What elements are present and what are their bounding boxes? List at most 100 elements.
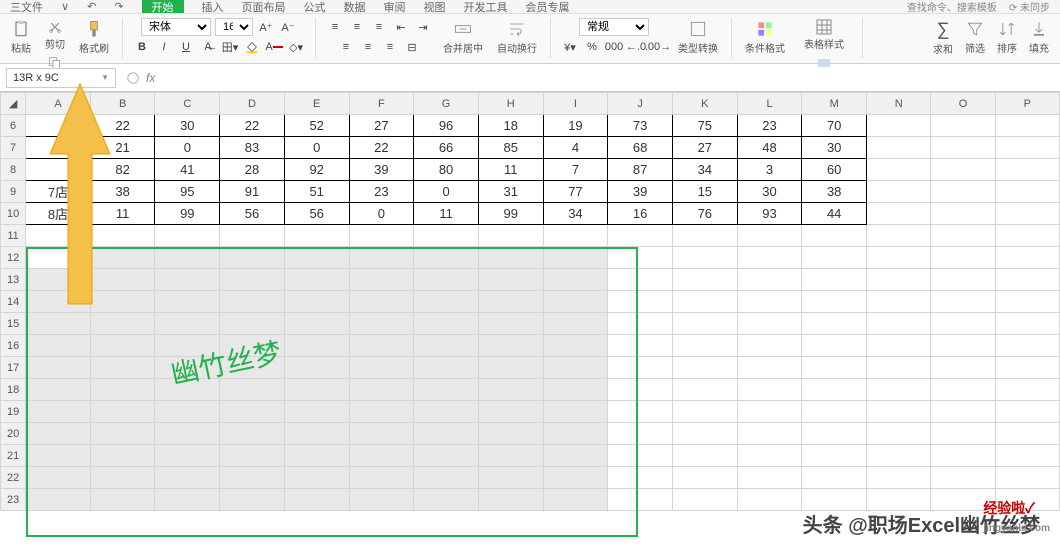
col-header[interactable]: E [284,93,349,115]
table-style-button[interactable]: 表格样式 [801,18,847,52]
cell[interactable] [414,291,479,313]
cell[interactable] [931,225,995,247]
cell[interactable] [155,467,220,489]
cell[interactable]: 38 [90,181,155,203]
cell[interactable] [867,379,931,401]
comma-icon[interactable]: 000 [605,38,623,56]
cell[interactable] [737,467,802,489]
cell[interactable] [349,313,414,335]
col-header[interactable]: L [737,93,802,115]
cell[interactable]: 30 [737,181,802,203]
cell[interactable] [802,445,867,467]
cell[interactable] [867,335,931,357]
cell[interactable] [543,291,608,313]
cell[interactable] [543,489,608,511]
cell[interactable] [931,445,995,467]
bold-button[interactable]: B [133,38,151,56]
cell[interactable]: 15 [672,181,737,203]
cell[interactable] [26,357,91,379]
name-box[interactable]: 13R x 9C▼ [6,68,116,88]
cell[interactable] [995,181,1059,203]
tab-home[interactable]: 开始 [142,0,184,14]
row-header[interactable]: 14 [1,291,26,313]
cell[interactable]: 27 [349,115,414,137]
cell[interactable] [349,357,414,379]
cell[interactable] [995,467,1059,489]
cell[interactable] [802,269,867,291]
row-header[interactable]: 20 [1,423,26,445]
cell[interactable] [220,247,285,269]
cell[interactable] [90,357,155,379]
cell[interactable] [349,379,414,401]
row-header[interactable]: 6 [1,115,26,137]
cell[interactable]: 0 [155,137,220,159]
cell[interactable] [155,401,220,423]
cut-button[interactable]: 剪切 [42,18,68,52]
cell[interactable] [26,379,91,401]
format-painter-button[interactable]: 格式刷 [76,18,112,56]
cell[interactable]: 8店 [26,203,91,225]
cell[interactable] [802,379,867,401]
formula-input[interactable] [165,71,1054,85]
cell[interactable]: 96 [414,115,479,137]
cell[interactable] [414,445,479,467]
select-all-corner[interactable]: ◢ [1,93,26,115]
cell[interactable] [608,313,673,335]
tab-page-layout[interactable]: 页面布局 [242,0,286,14]
wrap-text-button[interactable]: 自动换行 [494,18,540,56]
cell[interactable]: 0 [349,203,414,225]
cell[interactable] [349,423,414,445]
cell[interactable] [995,489,1059,511]
cell[interactable]: 16 [608,203,673,225]
cell[interactable] [90,379,155,401]
cell[interactable] [608,445,673,467]
currency-icon[interactable]: ¥▾ [561,38,579,56]
type-convert-button[interactable]: 类型转换 [675,18,721,56]
cell[interactable] [155,423,220,445]
cell[interactable] [931,269,995,291]
tab-review[interactable]: 审阅 [384,0,406,14]
row-header[interactable]: 15 [1,313,26,335]
cell[interactable] [414,225,479,247]
cell[interactable] [672,401,737,423]
cell[interactable] [802,401,867,423]
cell[interactable] [284,489,349,511]
cell[interactable] [349,489,414,511]
cell[interactable]: 51 [284,181,349,203]
cond-format-button[interactable]: 条件格式 [742,18,788,56]
cell[interactable]: 38 [802,181,867,203]
cell[interactable] [867,467,931,489]
cell[interactable]: 56 [220,203,285,225]
cell[interactable] [414,401,479,423]
cell[interactable]: 85 [478,137,543,159]
cell[interactable] [867,203,931,225]
cell[interactable] [478,269,543,291]
cell[interactable] [220,335,285,357]
cell[interactable] [26,159,91,181]
fill-color-button[interactable] [243,38,261,56]
increase-font-button[interactable]: A⁺ [257,18,275,36]
undo-icon[interactable]: ↶ [87,0,96,13]
cell[interactable] [414,423,479,445]
cell[interactable] [608,335,673,357]
cell[interactable] [284,291,349,313]
cell[interactable] [995,357,1059,379]
cancel-icon[interactable] [126,71,140,85]
cell[interactable] [478,445,543,467]
cell[interactable] [478,335,543,357]
cell[interactable] [737,335,802,357]
cell[interactable] [543,379,608,401]
cell[interactable]: 4 [543,137,608,159]
cell[interactable] [931,291,995,313]
cell[interactable] [737,445,802,467]
cell[interactable] [220,357,285,379]
cell[interactable] [608,357,673,379]
cell[interactable] [478,247,543,269]
row-header[interactable]: 11 [1,225,26,247]
cell[interactable] [155,379,220,401]
cell[interactable] [478,225,543,247]
cell[interactable] [931,137,995,159]
cell[interactable] [737,489,802,511]
cell[interactable] [349,269,414,291]
cell[interactable]: 99 [478,203,543,225]
